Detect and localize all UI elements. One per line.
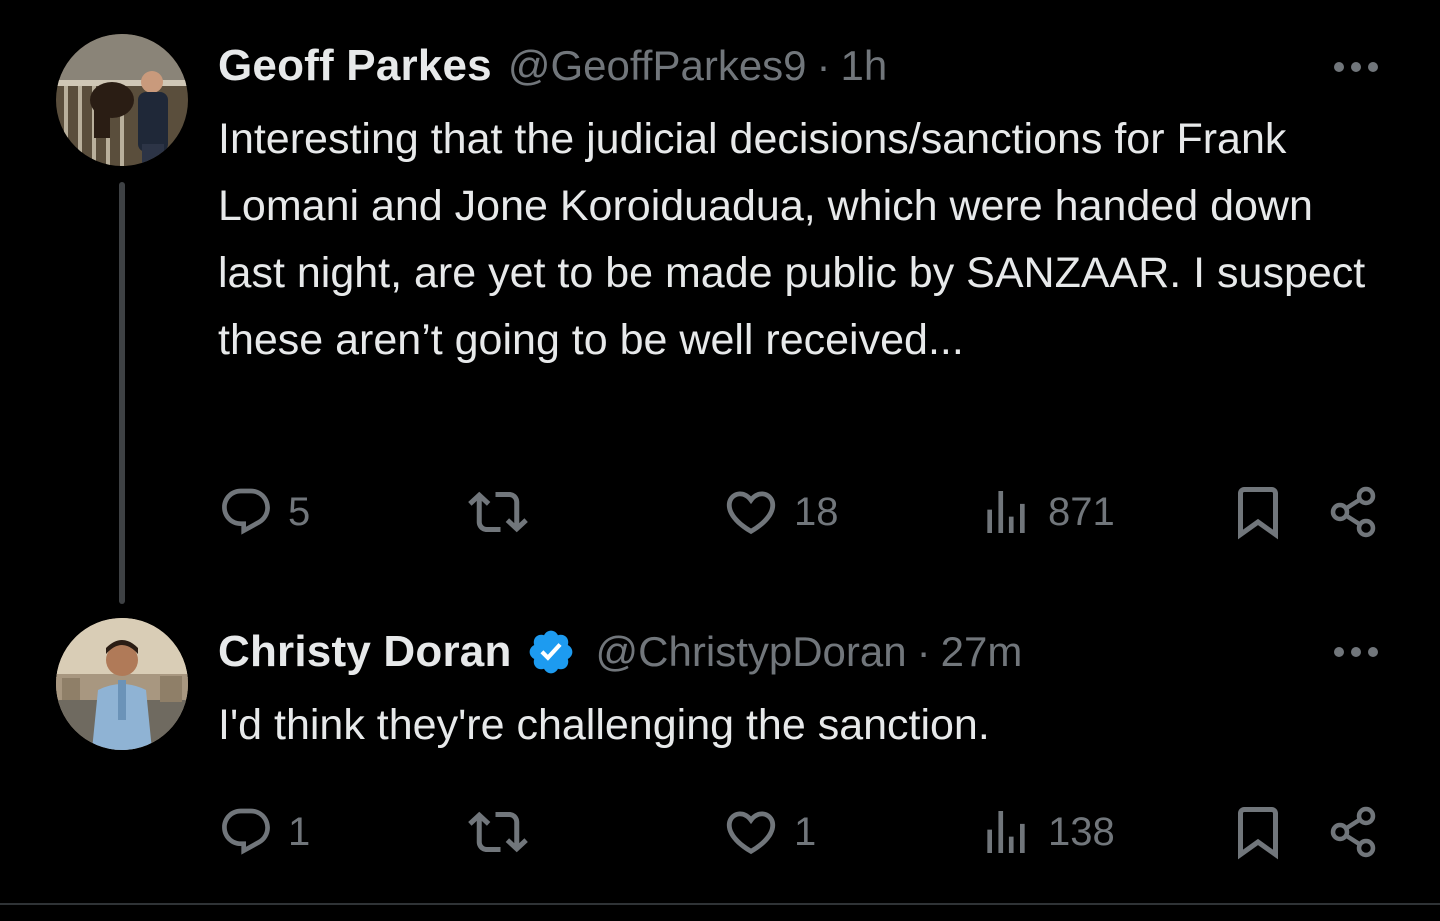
tweet-text: I'd think they're challenging the sancti… — [218, 701, 990, 749]
more-icon[interactable] — [1332, 60, 1380, 74]
repost-icon — [468, 491, 528, 533]
tweet-text: Interesting that the judicial decisions/… — [218, 115, 1366, 364]
tweet-divider — [0, 903, 1440, 905]
reply-count: 5 — [288, 489, 311, 534]
view-count: 871 — [1048, 489, 1115, 534]
repost-icon — [468, 811, 528, 853]
reply-icon — [222, 808, 270, 855]
views-button[interactable]: 871 — [978, 482, 1115, 542]
timestamp[interactable]: 1h — [841, 42, 888, 90]
tweet[interactable]: Christy Doran @ChristypDoran · 27m I'd t… — [0, 610, 1440, 900]
like-icon — [726, 491, 776, 535]
like-count: 18 — [794, 489, 839, 534]
views-icon — [987, 811, 1025, 853]
like-button[interactable]: 18 — [722, 482, 839, 542]
tweet-header: Geoff Parkes @GeoffParkes9 · 1h — [218, 36, 887, 96]
reply-icon — [222, 488, 270, 535]
views-icon — [987, 491, 1025, 533]
avatar[interactable] — [56, 618, 188, 750]
view-count: 138 — [1048, 809, 1115, 854]
more-icon[interactable] — [1332, 645, 1380, 659]
author-handle[interactable]: @ChristypDoran — [596, 628, 907, 676]
reply-count: 1 — [288, 809, 311, 854]
repost-button[interactable] — [468, 802, 542, 862]
like-button[interactable]: 1 — [722, 802, 816, 862]
bookmark-icon — [1238, 487, 1278, 540]
thread-connector-line — [119, 182, 125, 604]
like-icon — [726, 811, 776, 855]
share-icon — [1330, 806, 1376, 858]
tweet-header: Christy Doran @ChristypDoran · 27m — [218, 622, 1022, 682]
bookmark-button[interactable] — [1228, 482, 1288, 542]
share-button[interactable] — [1326, 802, 1386, 862]
reply-button[interactable]: 5 — [218, 482, 310, 542]
action-bar: 5 18 871 — [218, 482, 1388, 542]
like-count: 1 — [794, 809, 817, 854]
avatar[interactable] — [56, 34, 188, 166]
separator-dot: · — [916, 628, 931, 675]
author-display-name[interactable]: Geoff Parkes — [218, 41, 492, 91]
views-button[interactable]: 138 — [978, 802, 1115, 862]
author-display-name[interactable]: Christy Doran — [218, 627, 512, 677]
reply-button[interactable]: 1 — [218, 802, 310, 862]
timestamp[interactable]: 27m — [941, 628, 1023, 676]
bookmark-icon — [1238, 807, 1278, 860]
verified-badge-icon[interactable] — [526, 627, 576, 677]
tweet[interactable]: Geoff Parkes @GeoffParkes9 · 1h Interest… — [0, 0, 1440, 610]
separator-dot: · — [816, 42, 831, 89]
author-handle[interactable]: @GeoffParkes9 — [508, 42, 807, 90]
share-icon — [1330, 486, 1376, 538]
repost-button[interactable] — [468, 482, 542, 542]
bookmark-button[interactable] — [1228, 802, 1288, 862]
action-bar: 1 1 138 — [218, 802, 1388, 862]
share-button[interactable] — [1326, 482, 1386, 542]
